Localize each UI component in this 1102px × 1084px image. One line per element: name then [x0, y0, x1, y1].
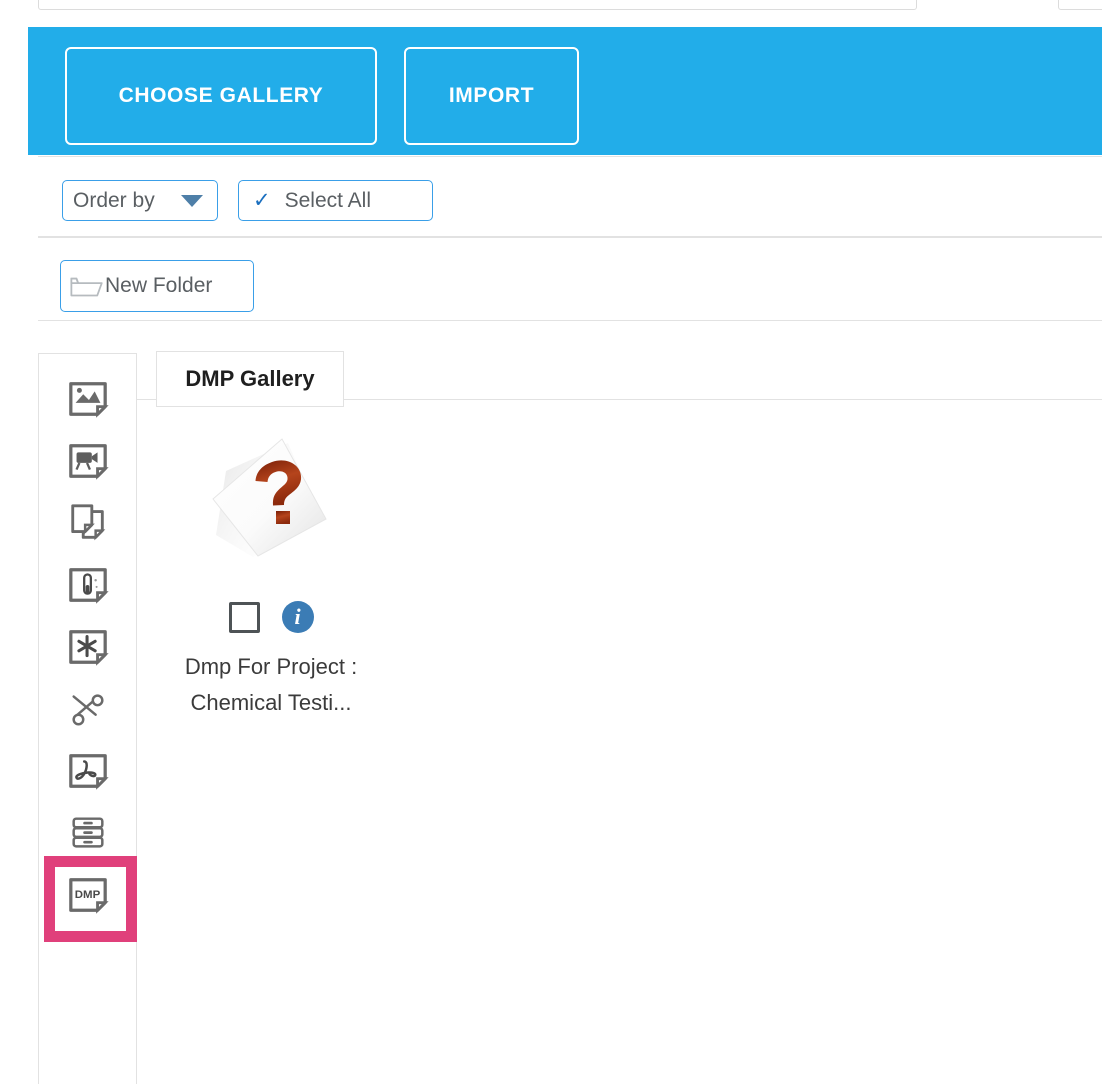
import-button[interactable]: IMPORT — [404, 47, 579, 145]
gallery-tab-strip: DMP Gallery — [137, 351, 1102, 407]
order-by-label: Order by — [73, 188, 155, 212]
select-all-label: Select All — [284, 188, 371, 212]
gallery-area: DMP DMP Gallery i Dmp For Project: Chem… — [38, 351, 1102, 1084]
sidebar-item-snippets[interactable] — [67, 688, 109, 730]
check-icon: ✓ — [253, 189, 271, 212]
folder-icon — [69, 273, 103, 300]
category-sidebar: DMP — [38, 353, 137, 1084]
sidebar-item-datasets[interactable] — [67, 812, 109, 854]
new-folder-label: New Folder — [105, 274, 213, 297]
gallery-item-grid: i Dmp For Project : Chemical Testi... — [137, 400, 1102, 1084]
sidebar-item-pdf[interactable] — [67, 750, 109, 792]
order-by-dropdown[interactable]: Order by — [62, 180, 218, 221]
sidebar-item-chemistry[interactable] — [67, 564, 109, 606]
gallery-toolbar: Order by ✓ Select All — [38, 156, 1102, 237]
dmp-selection-highlight — [44, 856, 137, 942]
new-folder-button[interactable]: New Folder — [60, 260, 254, 312]
info-icon[interactable]: i — [281, 601, 314, 633]
gallery-content-pane: DMP Gallery i Dmp For Project: Chemical… — [137, 351, 1102, 1084]
item-select-checkbox[interactable] — [228, 601, 260, 633]
sidebar-item-miscellaneous[interactable] — [67, 626, 109, 668]
select-all-button[interactable]: ✓ Select All — [238, 180, 433, 221]
item-label[interactable]: Dmp For Project : Chemical Testi... — [165, 649, 377, 720]
sidebar-item-documents[interactable] — [67, 502, 109, 544]
sidebar-item-videos[interactable] — [67, 440, 109, 482]
gallery-item: i Dmp For Project : Chemical Testi... — [165, 415, 377, 720]
upper-field-left[interactable] — [38, 0, 917, 10]
sidebar-item-images[interactable] — [67, 378, 109, 420]
action-bar: CHOOSE GALLERY IMPORT — [28, 27, 1102, 155]
item-controls: i — [165, 601, 377, 633]
choose-gallery-button[interactable]: CHOOSE GALLERY — [65, 47, 377, 145]
chevron-down-icon — [181, 194, 203, 207]
upper-field-right[interactable] — [1058, 0, 1102, 10]
tab-dmp-gallery[interactable]: DMP Gallery — [156, 351, 344, 407]
unknown-file-question-mark-icon[interactable] — [165, 415, 377, 597]
folder-toolbar: New Folder — [38, 237, 1102, 321]
